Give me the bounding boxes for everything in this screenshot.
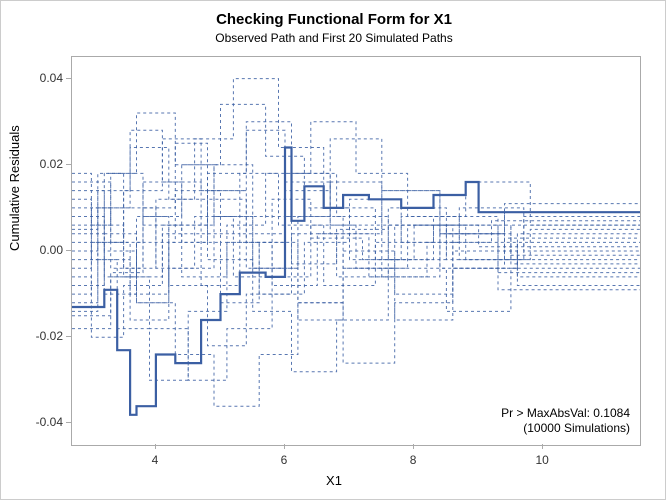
observed-path <box>72 148 640 415</box>
simulated-path-7 <box>72 79 640 290</box>
pvalue-line2: (10000 Simulations) <box>501 421 630 437</box>
xtick-label: 4 <box>152 453 159 467</box>
ytick-mark <box>66 250 71 251</box>
ytick-mark <box>66 422 71 423</box>
xtick-label: 6 <box>281 453 288 467</box>
chart-title: Checking Functional Form for X1 <box>1 11 666 28</box>
ytick-mark <box>66 78 71 79</box>
y-axis-label: Cumulative Residuals <box>7 125 22 251</box>
xtick-mark <box>542 444 543 449</box>
chart-subtitle: Observed Path and First 20 Simulated Pat… <box>1 31 666 45</box>
pvalue-annotation: Pr > MaxAbsVal: 0.1084 (10000 Simulation… <box>501 406 630 437</box>
simulated-path-14 <box>72 191 640 407</box>
xtick-mark <box>413 444 414 449</box>
ytick-label: -0.04 <box>3 415 63 429</box>
ytick-label: 0.00 <box>3 243 63 257</box>
pvalue-line1: Pr > MaxAbsVal: 0.1084 <box>501 406 630 422</box>
ytick-label: 0.02 <box>3 157 63 171</box>
xtick-mark <box>284 444 285 449</box>
xtick-label: 10 <box>535 453 548 467</box>
simulated-path-13 <box>72 148 640 372</box>
x-axis-label: X1 <box>1 473 666 488</box>
simulated-path-6 <box>72 217 640 346</box>
ytick-label: -0.02 <box>3 329 63 343</box>
xtick-mark <box>155 444 156 449</box>
ytick-mark <box>66 336 71 337</box>
plot-svg <box>72 57 640 445</box>
plot-area: Pr > MaxAbsVal: 0.1084 (10000 Simulation… <box>71 56 641 446</box>
xtick-label: 8 <box>410 453 417 467</box>
ytick-label: 0.04 <box>3 71 63 85</box>
chart-frame: Checking Functional Form for X1 Observed… <box>0 0 666 500</box>
ytick-mark <box>66 164 71 165</box>
simulated-path-18 <box>72 191 640 295</box>
